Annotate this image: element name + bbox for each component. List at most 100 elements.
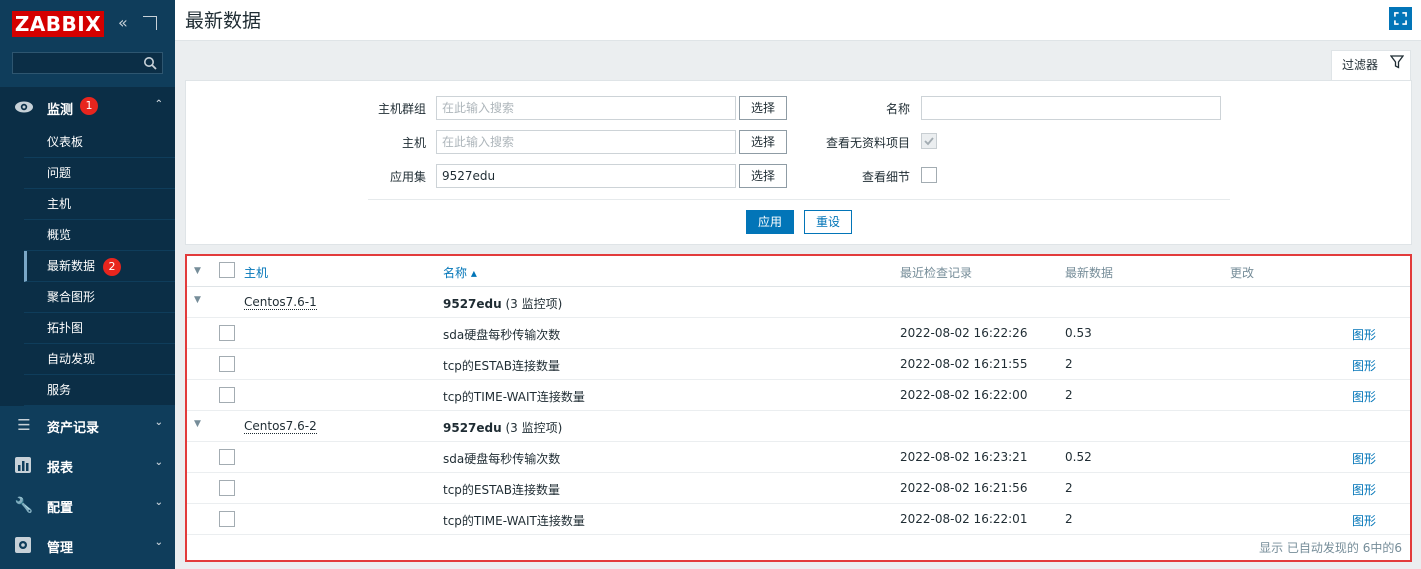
host-label: 主机 <box>401 136 426 150</box>
bar-chart-icon <box>15 457 31 473</box>
reset-button[interactable]: 重设 <box>804 210 852 234</box>
last-value: 2 <box>1065 512 1073 526</box>
last-check: 2022-08-02 16:21:55 <box>900 357 1028 371</box>
host-input[interactable]: 在此输入搜索 <box>436 130 736 154</box>
apply-button[interactable]: 应用 <box>746 210 794 234</box>
zabbix-logo[interactable]: ZABBIX <box>12 11 104 37</box>
item-name: tcp的TIME-WAIT连接数量 <box>443 514 585 528</box>
collapse-sidebar-icon[interactable]: « <box>118 14 134 32</box>
submenu-gutter <box>0 127 24 406</box>
application-name: 9527edu (3 监控项) <box>443 419 562 436</box>
host-group-select-button[interactable]: 选择 <box>739 96 787 120</box>
submenu-item-latest-data[interactable]: 最新数据 2 <box>24 251 175 282</box>
submenu-item-discovery[interactable]: 自动发现 <box>24 344 175 375</box>
last-value: 2 <box>1065 357 1073 371</box>
last-check: 2022-08-02 16:22:26 <box>900 326 1028 340</box>
row-checkbox[interactable] <box>219 511 235 527</box>
header-change: 更改 <box>1230 266 1255 280</box>
menu-administration-label: 管理 <box>47 541 74 556</box>
application-select-button[interactable]: 选择 <box>739 164 787 188</box>
graph-link[interactable]: 图形 <box>1352 450 1376 467</box>
header-host[interactable]: 主机 <box>244 264 268 281</box>
header-name[interactable]: 名称 ▴ <box>443 264 477 281</box>
item-name: tcp的ESTAB连接数量 <box>443 359 560 373</box>
filter-tab[interactable]: 过滤器 <box>1331 50 1411 81</box>
header-last-value: 最新数据 <box>1065 266 1114 280</box>
graph-link[interactable]: 图形 <box>1352 388 1376 405</box>
filter-divider <box>368 199 1230 200</box>
chevron-down-icon: ⌄ <box>154 497 163 508</box>
collapse-all-icon[interactable]: ▼ <box>194 266 201 276</box>
graph-link[interactable]: 图形 <box>1352 512 1376 529</box>
menu-monitoring-label: 监测 <box>47 103 74 118</box>
table-row: tcp的TIME-WAIT连接数量 2022-08-02 16:22:01 2 … <box>187 504 1410 535</box>
application-label: 应用集 <box>389 170 426 184</box>
monitoring-submenu: 仪表板 问题 主机 概览 最新数据 2 聚合图形 拓扑图 自动发现 服务 <box>24 127 175 406</box>
menu-reports-label: 报表 <box>47 461 74 476</box>
show-details-checkbox[interactable] <box>921 167 937 183</box>
table-header: ▼ 主机 名称 ▴ 最近检查记录 最新数据 更改 <box>187 256 1410 287</box>
collapse-group-icon[interactable]: ▼ <box>194 295 201 305</box>
application-label: 9527edu <box>443 421 502 435</box>
graph-link[interactable]: 图形 <box>1352 357 1376 374</box>
graph-link[interactable]: 图形 <box>1352 326 1376 343</box>
host-name[interactable]: Centos7.6-2 <box>244 419 317 434</box>
row-checkbox[interactable] <box>219 356 235 372</box>
collapse-group-icon[interactable]: ▼ <box>194 419 201 429</box>
table-row: tcp的ESTAB连接数量 2022-08-02 16:21:55 2 图形 <box>187 349 1410 380</box>
application-name: 9527edu (3 监控项) <box>443 295 562 312</box>
gear-icon <box>15 537 31 553</box>
submenu-item-maps[interactable]: 拓扑图 <box>24 313 175 344</box>
menu-monitoring[interactable]: 监测 1 ⌃ <box>0 87 175 127</box>
table-row: tcp的ESTAB连接数量 2022-08-02 16:21:56 2 图形 <box>187 473 1410 504</box>
fullscreen-button[interactable] <box>1389 7 1412 30</box>
last-value: 2 <box>1065 388 1073 402</box>
name-label: 名称 <box>885 102 910 116</box>
search-icon[interactable] <box>143 56 157 70</box>
latest-data-badge: 2 <box>103 258 121 276</box>
application-label: 9527edu <box>443 297 502 311</box>
submenu-item-screens[interactable]: 聚合图形 <box>24 282 175 313</box>
menu-reports[interactable]: 报表 ⌄ <box>0 445 175 485</box>
submenu-item-hosts[interactable]: 主机 <box>24 189 175 220</box>
kiosk-mode-icon[interactable] <box>143 16 157 30</box>
submenu-item-dashboard[interactable]: 仪表板 <box>24 127 175 158</box>
table-row: sda硬盘每秒传输次数 2022-08-02 16:22:26 0.53 图形 <box>187 318 1410 349</box>
row-checkbox[interactable] <box>219 449 235 465</box>
sidebar-search-input[interactable] <box>12 52 163 74</box>
row-checkbox[interactable] <box>219 480 235 496</box>
host-group-label: 主机群组 <box>377 102 426 116</box>
chevron-up-icon: ⌃ <box>154 99 163 110</box>
latest-data-table: ▼ 主机 名称 ▴ 最近检查记录 最新数据 更改 ▼ Centos7.6-1 9… <box>185 254 1412 562</box>
show-without-data-checkbox[interactable] <box>921 133 937 149</box>
host-name[interactable]: Centos7.6-1 <box>244 295 317 310</box>
menu-configuration-label: 配置 <box>47 501 74 516</box>
table-group-row: ▼ Centos7.6-2 9527edu (3 监控项) <box>187 411 1410 442</box>
table-row: tcp的TIME-WAIT连接数量 2022-08-02 16:22:00 2 … <box>187 380 1410 411</box>
menu-inventory[interactable]: ☰ 资产记录 ⌄ <box>0 405 175 445</box>
submenu-item-overview[interactable]: 概览 <box>24 220 175 251</box>
item-name: tcp的ESTAB连接数量 <box>443 483 560 497</box>
graph-link[interactable]: 图形 <box>1352 481 1376 498</box>
item-name: tcp的TIME-WAIT连接数量 <box>443 390 585 404</box>
page-header: 最新数据 <box>175 0 1421 41</box>
host-group-input[interactable]: 在此输入搜索 <box>436 96 736 120</box>
menu-inventory-label: 资产记录 <box>47 421 100 436</box>
host-select-button[interactable]: 选择 <box>739 130 787 154</box>
menu-configuration[interactable]: 🔧 配置 ⌄ <box>0 485 175 525</box>
sidebar: ZABBIX « 监测 1 ⌃ 仪表板 问题 主机 概览 最新数据 2 聚合图形… <box>0 0 175 569</box>
row-checkbox[interactable] <box>219 325 235 341</box>
select-all-checkbox[interactable] <box>219 262 235 278</box>
last-check: 2022-08-02 16:22:01 <box>900 512 1028 526</box>
submenu-item-services[interactable]: 服务 <box>24 375 175 406</box>
submenu-item-problems[interactable]: 问题 <box>24 158 175 189</box>
chevron-down-icon: ⌄ <box>154 537 163 548</box>
show-without-data-label: 查看无资料项目 <box>825 136 910 150</box>
row-checkbox[interactable] <box>219 387 235 403</box>
menu-administration[interactable]: 管理 ⌄ <box>0 525 175 565</box>
chevron-down-icon: ⌄ <box>154 417 163 428</box>
table-group-row: ▼ Centos7.6-1 9527edu (3 监控项) <box>187 287 1410 318</box>
application-input[interactable]: 9527edu <box>436 164 736 188</box>
name-input[interactable] <box>921 96 1221 120</box>
table-row: sda硬盘每秒传输次数 2022-08-02 16:23:21 0.52 图形 <box>187 442 1410 473</box>
